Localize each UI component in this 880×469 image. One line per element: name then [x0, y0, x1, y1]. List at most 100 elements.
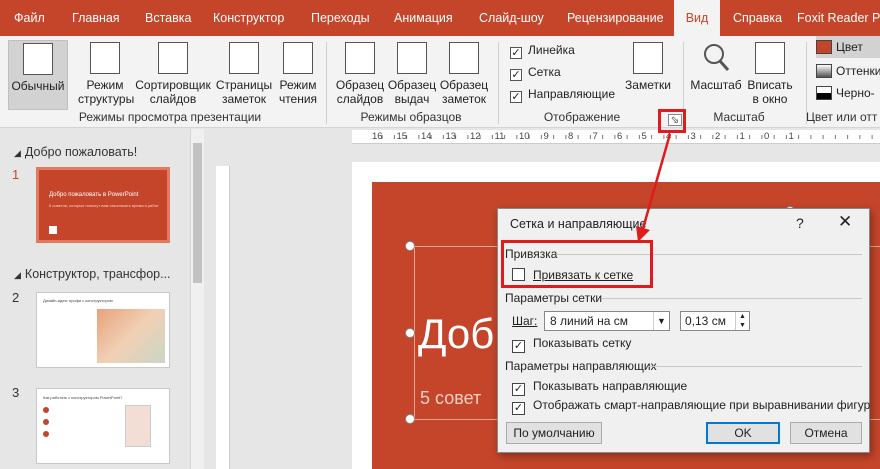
slide-image [125, 405, 151, 447]
thumbnails-scrollbar[interactable] [190, 129, 204, 469]
help-icon[interactable]: ? [796, 215, 804, 231]
ruler-number: 6 [617, 131, 623, 142]
fit-to-window-button[interactable]: Вписать в окно [744, 40, 796, 110]
section-header-designer[interactable]: ◢ Конструктор, трансфор... [14, 267, 171, 281]
notes-page-icon [229, 42, 259, 74]
tab-design[interactable]: Конструктор [213, 0, 284, 36]
spinner-arrows-icon[interactable]: ▲ ▼ [735, 312, 749, 330]
dialog-title: Сетка и направляющие [510, 217, 647, 231]
slide-subtitle[interactable]: 5 совет [420, 388, 481, 409]
ok-button[interactable]: OK [706, 422, 780, 444]
show-group-label: Отображение [543, 110, 621, 124]
tab-home[interactable]: Главная [72, 0, 120, 36]
resize-handle[interactable] [405, 328, 415, 338]
zoom-group-label: Масштаб [713, 110, 765, 124]
reading-view-button[interactable]: Режим чтения [276, 40, 320, 110]
notes-page-button[interactable]: Страницы заметок [214, 40, 274, 110]
snap-highlight [501, 240, 653, 288]
tab-help[interactable]: Справка [733, 0, 782, 36]
slide-thumbnail-1[interactable]: Добро пожаловать в PowerPoint 5 советов,… [36, 167, 170, 243]
slide-sorter-button[interactable]: Сортировщик слайдов [134, 40, 212, 110]
ruler-number: 15 [396, 131, 408, 142]
tab-insert[interactable]: Вставка [145, 0, 191, 36]
normal-view-button[interactable]: Обычный [8, 40, 68, 110]
powerpoint-logo-icon [49, 226, 57, 234]
outline-view-button[interactable]: Режим структуры [78, 40, 134, 110]
slide-thumbnail-title: Добро пожаловать в PowerPoint [49, 192, 139, 198]
slide-thumbnails-pane: ◢ Добро пожаловать! 1 Добро пожаловать в … [0, 129, 205, 469]
resize-handle[interactable] [405, 241, 415, 251]
tab-transitions[interactable]: Переходы [311, 0, 370, 36]
menu-tabs: Файл Главная Вставка Конструктор Переход… [0, 0, 880, 36]
handout-master-icon [397, 42, 427, 74]
grid-section-header: Параметры сетки [505, 291, 603, 305]
scrollbar-thumb[interactable] [193, 143, 202, 283]
checkmark-icon: ✓ [510, 91, 522, 103]
tab-view[interactable]: Вид [674, 0, 720, 36]
ruler-number: 0 [764, 131, 770, 142]
checkmark-icon: ✓ [512, 340, 525, 353]
horizontal-ruler: 16 15 14 13 12 11 10 9 8 7 6 5 4 3 2 1 0 1 [352, 130, 880, 144]
tab-slideshow[interactable]: Слайд-шоу [479, 0, 544, 36]
slide-thumbnail-subtitle: 5 советов, которые помогут вам сэкономит… [49, 203, 159, 208]
gridlines-checkbox[interactable]: ✓ Сетка [510, 64, 561, 81]
color-option[interactable]: Цвет [816, 36, 880, 58]
slide-thumbnail-2[interactable]: Дизайн-идеи: профи с конструктором [36, 292, 170, 368]
slide-number: 2 [12, 290, 20, 305]
collapse-icon[interactable]: ◢ [14, 270, 21, 280]
cancel-button[interactable]: Отмена [790, 422, 862, 444]
grayscale-option[interactable]: Оттенки [816, 60, 880, 82]
normal-view-icon [23, 43, 53, 75]
smart-guides-checkbox[interactable]: ✓ Отображать смарт-направляющие при вырав… [512, 397, 870, 415]
view-modes-group-label: Режимы просмотра презентации [78, 110, 262, 124]
magnifier-icon [702, 42, 730, 74]
tab-animations[interactable]: Анимация [394, 0, 453, 36]
handout-master-button[interactable]: Образец выдач [386, 40, 438, 110]
ruler-number: 1 [788, 131, 794, 142]
close-icon[interactable]: ✕ [838, 212, 852, 232]
tab-foxit[interactable]: Foxit Reader P [797, 0, 880, 36]
checkmark-icon: ✓ [510, 69, 522, 81]
ruler-number: 13 [445, 131, 457, 142]
slide-master-button[interactable]: Образец слайдов [334, 40, 386, 110]
slide-thumbnail-title: Дизайн-идеи: профи с конструктором [43, 298, 113, 303]
outline-view-icon [90, 42, 120, 74]
bullet-icon [43, 431, 49, 437]
fit-window-icon [755, 42, 785, 74]
section-divider [602, 298, 862, 299]
chevron-down-icon[interactable]: ▼ [653, 312, 669, 330]
zoom-button[interactable]: Масштаб [688, 40, 744, 110]
spacing-dropdown[interactable]: 8 линий на см ▼ [544, 311, 670, 331]
collapse-icon[interactable]: ◢ [14, 148, 21, 158]
set-default-button[interactable]: По умолчанию [506, 422, 602, 444]
notes-master-button[interactable]: Образец заметок [438, 40, 490, 110]
notes-icon [633, 42, 663, 74]
masters-group-label: Режимы образцов [360, 110, 462, 124]
launcher-highlight [658, 109, 686, 133]
ribbon-divider [326, 42, 327, 124]
color-group-label: Цвет или отт [806, 110, 878, 124]
color-swatch-icon [816, 40, 832, 54]
slide-thumbnail-title: Как работать с конструктором PowerPoint? [43, 395, 123, 400]
ruler-number: 16 [372, 131, 383, 142]
section-header-welcome[interactable]: ◢ Добро пожаловать! [14, 145, 137, 159]
show-guides-checkbox[interactable]: ✓ Показывать направляющие [512, 378, 687, 396]
slide-thumbnail-3[interactable]: Как работать с конструктором PowerPoint? [36, 388, 170, 464]
guides-checkbox[interactable]: ✓ Направляющие [510, 86, 615, 103]
show-grid-checkbox[interactable]: ✓ Показывать сетку [512, 335, 631, 353]
ribbon: Обычный Режим структуры Сортировщик слай… [0, 36, 880, 128]
slide-number: 1 [12, 167, 20, 182]
ruler-number: 11 [494, 131, 505, 142]
notes-button[interactable]: Заметки [622, 40, 674, 110]
ruler-checkbox[interactable]: ✓ Линейка [510, 42, 575, 59]
ruler-number: 2 [715, 131, 721, 142]
ruler-number: 10 [519, 131, 530, 142]
tab-file[interactable]: Файл [14, 0, 45, 36]
tab-review[interactable]: Рецензирование [567, 0, 664, 36]
black-white-option[interactable]: Черно- [816, 82, 875, 104]
spacing-spinner[interactable]: 0,13 см ▲ ▼ [680, 311, 750, 331]
checkmark-icon: ✓ [512, 383, 525, 396]
checkmark-icon: ✓ [510, 47, 522, 59]
ruler-number: 1 [739, 131, 745, 142]
resize-handle[interactable] [405, 414, 415, 424]
